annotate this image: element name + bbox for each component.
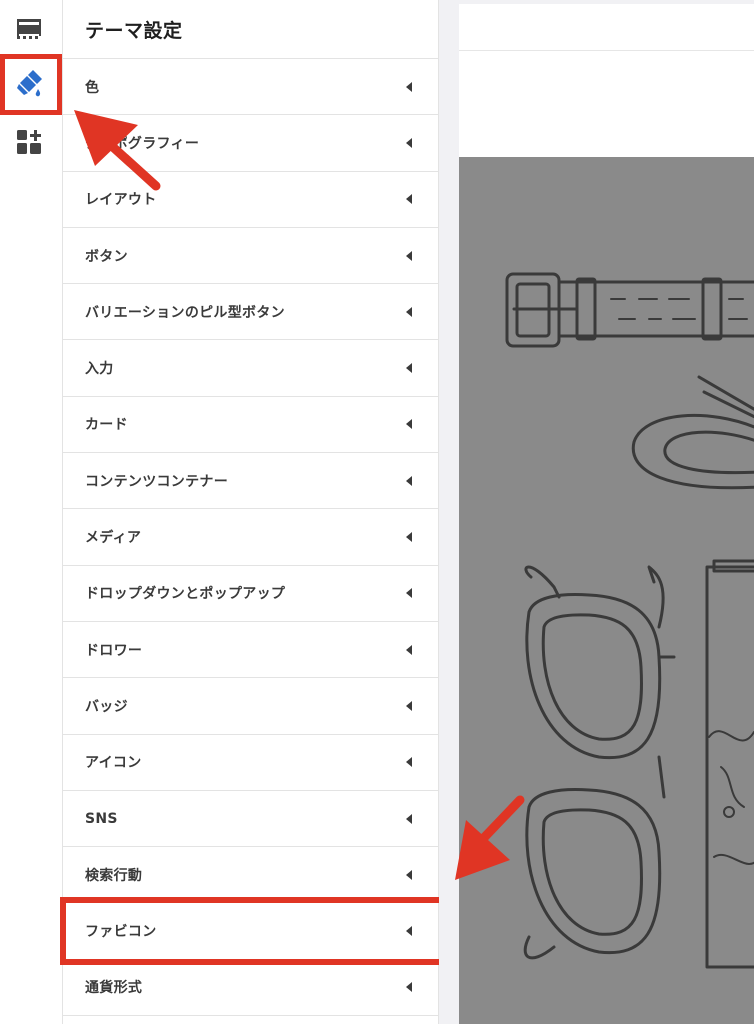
settings-item-label: ドロップダウンとポップアップ (85, 586, 286, 603)
store-preview (459, 0, 754, 1024)
caret-left-icon (406, 532, 412, 543)
divider (459, 50, 754, 51)
caret-left-icon (406, 700, 412, 711)
settings-item-label: レイアウト (85, 192, 157, 209)
hero-image (459, 157, 754, 1024)
caret-left-icon (406, 194, 412, 205)
hero-illustration (505, 272, 754, 969)
caret-left-icon (406, 363, 412, 374)
settings-item-label: コンテンツコンテナー (85, 473, 228, 490)
caret-left-icon (406, 475, 412, 486)
panel-title: テーマ設定 (85, 20, 183, 42)
divider (459, 0, 754, 4)
settings-item-inputs[interactable]: 入力 (63, 340, 438, 397)
caret-left-icon (406, 813, 412, 824)
settings-item-label: SNS (85, 810, 118, 827)
settings-item-label: 入力 (85, 361, 114, 378)
settings-item-cards[interactable]: カード (63, 397, 438, 454)
panel-gap (439, 0, 459, 1024)
settings-item-icons[interactable]: アイコン (63, 735, 438, 791)
caret-left-icon (406, 588, 412, 599)
settings-item-color[interactable]: 色 (63, 59, 438, 116)
caret-left-icon (406, 250, 412, 261)
settings-item-label: カード (85, 417, 128, 434)
settings-item-label: バッジ (85, 698, 128, 715)
caret-left-icon (406, 81, 412, 92)
settings-item-buttons[interactable]: ボタン (63, 228, 438, 285)
settings-item-label: 色 (85, 79, 100, 96)
settings-item-badges[interactable]: バッジ (63, 678, 438, 735)
settings-item-pill-buttons[interactable]: バリエーションのピル型ボタン (63, 284, 438, 341)
settings-item-currency-format[interactable]: 通貨形式 (63, 960, 438, 1017)
settings-item-label: ドロワー (85, 642, 143, 659)
settings-item-typography[interactable]: タイポグラフィー (63, 115, 438, 172)
caret-left-icon (406, 306, 412, 317)
settings-item-label: ボタン (85, 248, 128, 265)
settings-item-drawer[interactable]: ドロワー (63, 622, 438, 679)
settings-item-sns[interactable]: SNS (63, 791, 438, 848)
settings-item-label: バリエーションのピル型ボタン (85, 304, 285, 321)
caret-left-icon (406, 137, 412, 148)
icon-rail (0, 0, 62, 1024)
settings-item-dropdowns-popups[interactable]: ドロップダウンとポップアップ (63, 566, 438, 622)
caret-left-icon (406, 419, 412, 430)
sections-icon (17, 19, 41, 39)
apps-add-icon (17, 130, 41, 154)
settings-item-media[interactable]: メディア (63, 509, 438, 566)
settings-item-label: 通貨形式 (85, 980, 143, 997)
highlight-box-favicon (60, 897, 445, 965)
settings-list: 色 タイポグラフィー レイアウト ボタン バリエーションのピル型ボタン 入力 カ… (63, 59, 438, 1017)
sections-button[interactable] (0, 0, 58, 58)
settings-item-content-container[interactable]: コンテンツコンテナー (63, 453, 438, 510)
settings-item-label: タイポグラフィー (85, 135, 200, 152)
settings-item-layout[interactable]: レイアウト (63, 172, 438, 228)
apps-button[interactable] (0, 113, 58, 171)
caret-left-icon (406, 869, 412, 880)
settings-item-label: メディア (85, 530, 142, 547)
settings-item-search-behavior[interactable]: 検索行動 (63, 847, 438, 904)
settings-item-label: アイコン (85, 755, 142, 772)
caret-left-icon (406, 982, 412, 993)
theme-settings-panel: テーマ設定 色 タイポグラフィー レイアウト ボタン バリエーションのピル型ボタ… (62, 0, 439, 1024)
caret-left-icon (406, 757, 412, 768)
settings-item-label: 検索行動 (85, 867, 143, 884)
highlight-box-theme-button (0, 54, 62, 115)
caret-left-icon (406, 644, 412, 655)
